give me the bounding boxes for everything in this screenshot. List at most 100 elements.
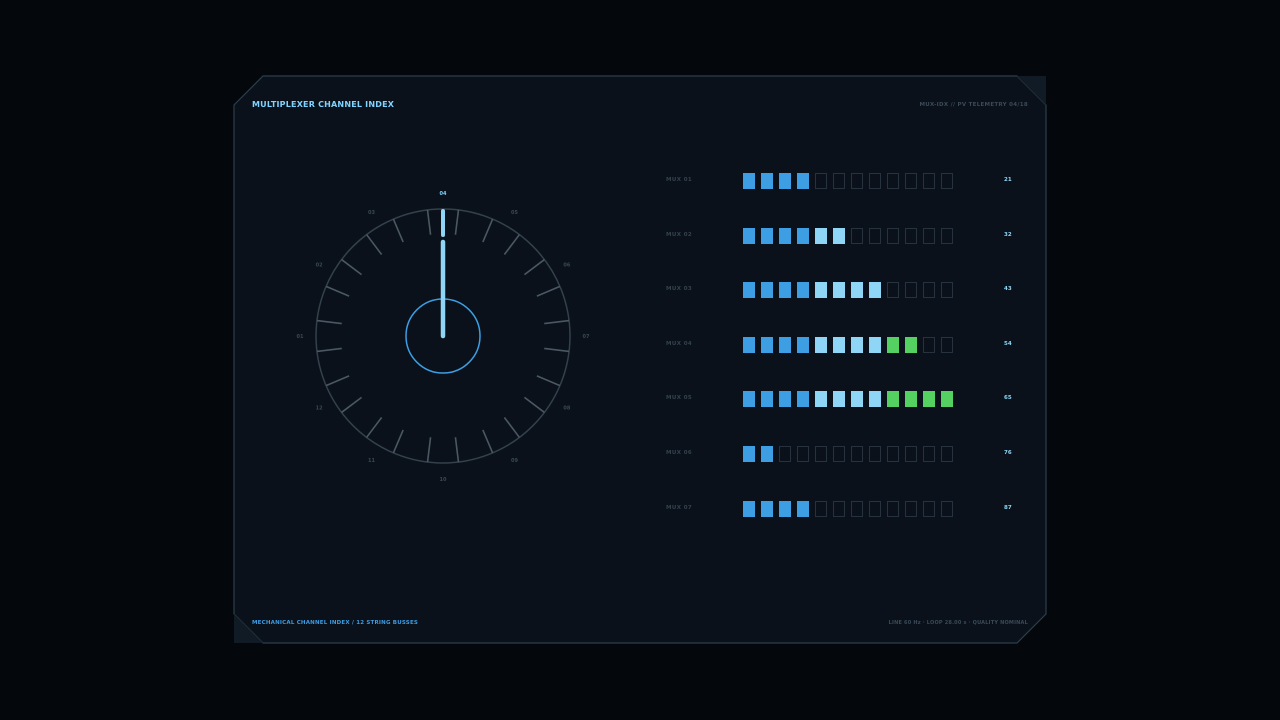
mux-segment [833,336,845,353]
mux-row: MUX 01 21 [666,173,1026,191]
mux-segment [869,391,881,408]
mux-value: 21 [1004,177,1012,183]
mux-segment [815,336,827,353]
mux-segment [815,227,827,244]
mux-row: MUX 04 54 [666,336,1026,355]
mux-value: 87 [1004,504,1012,511]
mux-segment [815,282,827,299]
mux-row: MUX 02 32 [666,227,1026,246]
mux-segment [941,282,953,299]
mux-segment [797,500,809,517]
mux-segment [905,500,917,517]
mux-row: MUX 07 87 [666,500,1026,519]
panel-frame: 01 02 03 04 05 06 07 08 09 10 11 12 [233,75,1047,644]
mux-segment [797,173,809,189]
mux-value: 54 [1004,340,1012,347]
mux-segment [869,282,881,299]
mux-segment [761,446,773,462]
mux-segment [779,391,791,408]
mux-segment [869,500,881,517]
mux-segment [869,173,881,189]
mux-segment [815,391,827,408]
footer-caption: MECHANICAL CHANNEL INDEX / 12 STRING BUS… [252,620,419,626]
mux-segment [779,227,791,244]
mux-label: MUX 06 [666,450,693,456]
dial-label-04[interactable]: 04 [440,191,447,197]
panel-title: MULTIPLEXER CHANNEL INDEX [252,100,395,109]
mux-segment [887,336,899,353]
mux-segment [923,282,935,299]
mux-segment [797,282,809,299]
mux-segment [923,500,935,517]
mux-segment [887,173,899,189]
mux-label: MUX 01 [666,177,693,183]
header-telemetry: MUX-IDX // PV TELEMETRY 04/18 [919,102,1028,108]
mux-segment [905,173,917,189]
mux-segment [887,282,899,299]
mux-segment [779,446,791,462]
mux-label: MUX 05 [666,395,693,402]
mux-value: 43 [1004,286,1012,293]
mux-segment [941,173,953,189]
mux-segment [869,336,881,353]
mux-segment [743,227,755,244]
dial-label-07[interactable]: 07 [583,334,590,340]
mux-segment [797,391,809,408]
mux-segment [941,500,953,517]
mux-segment [887,227,899,244]
mux-segment [887,500,899,517]
mux-segment [923,336,935,353]
dial-label-01[interactable]: 01 [297,334,304,340]
mux-row: MUX 03 43 [666,282,1026,300]
mux-segment [815,173,827,189]
mux-segment [851,173,863,189]
mux-value: 65 [1004,395,1012,402]
mux-segment [833,446,845,462]
mux-segment [743,336,755,353]
dial-label-02[interactable]: 02 [316,263,323,269]
mux-segment [851,446,863,462]
dial-label-11[interactable]: 11 [368,458,375,464]
mux-segment [887,391,899,408]
dial-label-05[interactable]: 05 [511,210,518,216]
dial-label-10[interactable]: 10 [440,477,447,483]
mux-segment [743,282,755,299]
mux-segment [743,391,755,408]
mux-segment [905,227,917,244]
mux-label: MUX 04 [666,340,693,347]
mux-segment [761,336,773,353]
mux-segment [779,336,791,353]
mux-segment [923,227,935,244]
mux-segment [923,446,935,462]
mux-segment [815,446,827,462]
mux-segment [851,391,863,408]
mux-segment [779,173,791,189]
mux-segment [797,446,809,462]
dial-label-08[interactable]: 08 [563,406,570,412]
mux-segment [887,446,899,462]
mux-segment [833,227,845,244]
mux-segment [923,391,935,408]
mux-segment [761,173,773,189]
mux-label: MUX 03 [666,286,693,293]
mux-segment [923,173,935,189]
mux-segment [761,227,773,244]
mux-segment [833,391,845,408]
mux-segment [851,500,863,517]
mux-segment [905,391,917,408]
mux-segment [851,336,863,353]
mux-segment [743,173,755,189]
mux-label: MUX 07 [666,504,693,511]
mux-segment [779,500,791,517]
mux-segment [797,336,809,353]
mux-row: MUX 05 65 [666,391,1026,409]
dial-label-09[interactable]: 09 [511,458,518,464]
mux-segment [851,282,863,299]
dial-label-06[interactable]: 06 [563,263,570,269]
mux-label: MUX 02 [666,231,693,238]
mux-segment [833,282,845,299]
dial-label-12[interactable]: 12 [316,406,323,412]
dial-label-03[interactable]: 03 [368,210,375,216]
mux-value: 76 [1004,450,1012,456]
mux-segment [779,282,791,299]
